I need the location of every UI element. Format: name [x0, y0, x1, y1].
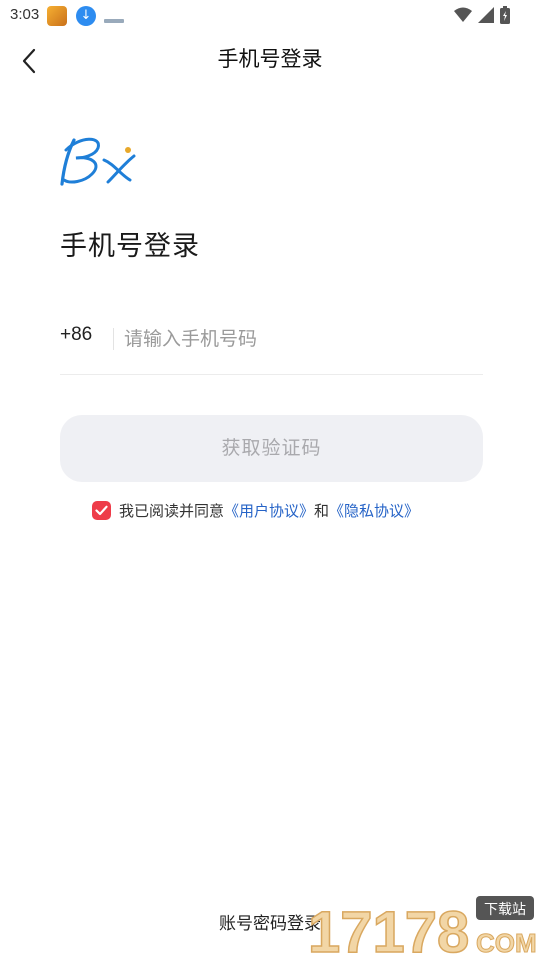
privacy-agreement-link[interactable]: 《隐私协议》: [329, 500, 419, 521]
user-agreement-link[interactable]: 《用户协议》: [224, 500, 314, 521]
status-right-icons: [454, 6, 510, 24]
brand-logo: [58, 134, 142, 192]
agreement-prefix: 我已阅读并同意: [119, 502, 225, 520]
status-time: 3:03: [10, 6, 40, 23]
battery-icon: [500, 6, 510, 24]
get-code-button[interactable]: 获取验证码: [60, 415, 483, 482]
wifi-icon: [454, 7, 472, 22]
agreement-and: 和: [314, 502, 330, 520]
page-heading: 手机号登录: [60, 231, 200, 262]
watermark: 17178 下载站 COM: [306, 894, 537, 960]
watermark-tag: 下载站: [484, 902, 526, 918]
download-icon: ↓: [76, 6, 96, 26]
notification-icon: [104, 11, 124, 23]
country-code-selector[interactable]: +86: [60, 324, 92, 346]
nav-title: 手机号登录: [217, 47, 323, 71]
agreement-checkbox[interactable]: [92, 501, 111, 520]
phone-input[interactable]: [124, 322, 482, 356]
check-icon: [95, 505, 108, 516]
watermark-domain: COM: [476, 928, 536, 956]
agreement-row: 我已阅读并同意 《用户协议》 和 《隐私协议》: [92, 500, 419, 521]
phone-input-underline: [60, 374, 483, 375]
input-divider: [113, 328, 114, 350]
status-bar: 3:03 ↓: [0, 0, 540, 32]
signal-icon: [478, 7, 494, 23]
app-icon: [47, 6, 67, 26]
watermark-numbers: 17178: [308, 900, 469, 956]
